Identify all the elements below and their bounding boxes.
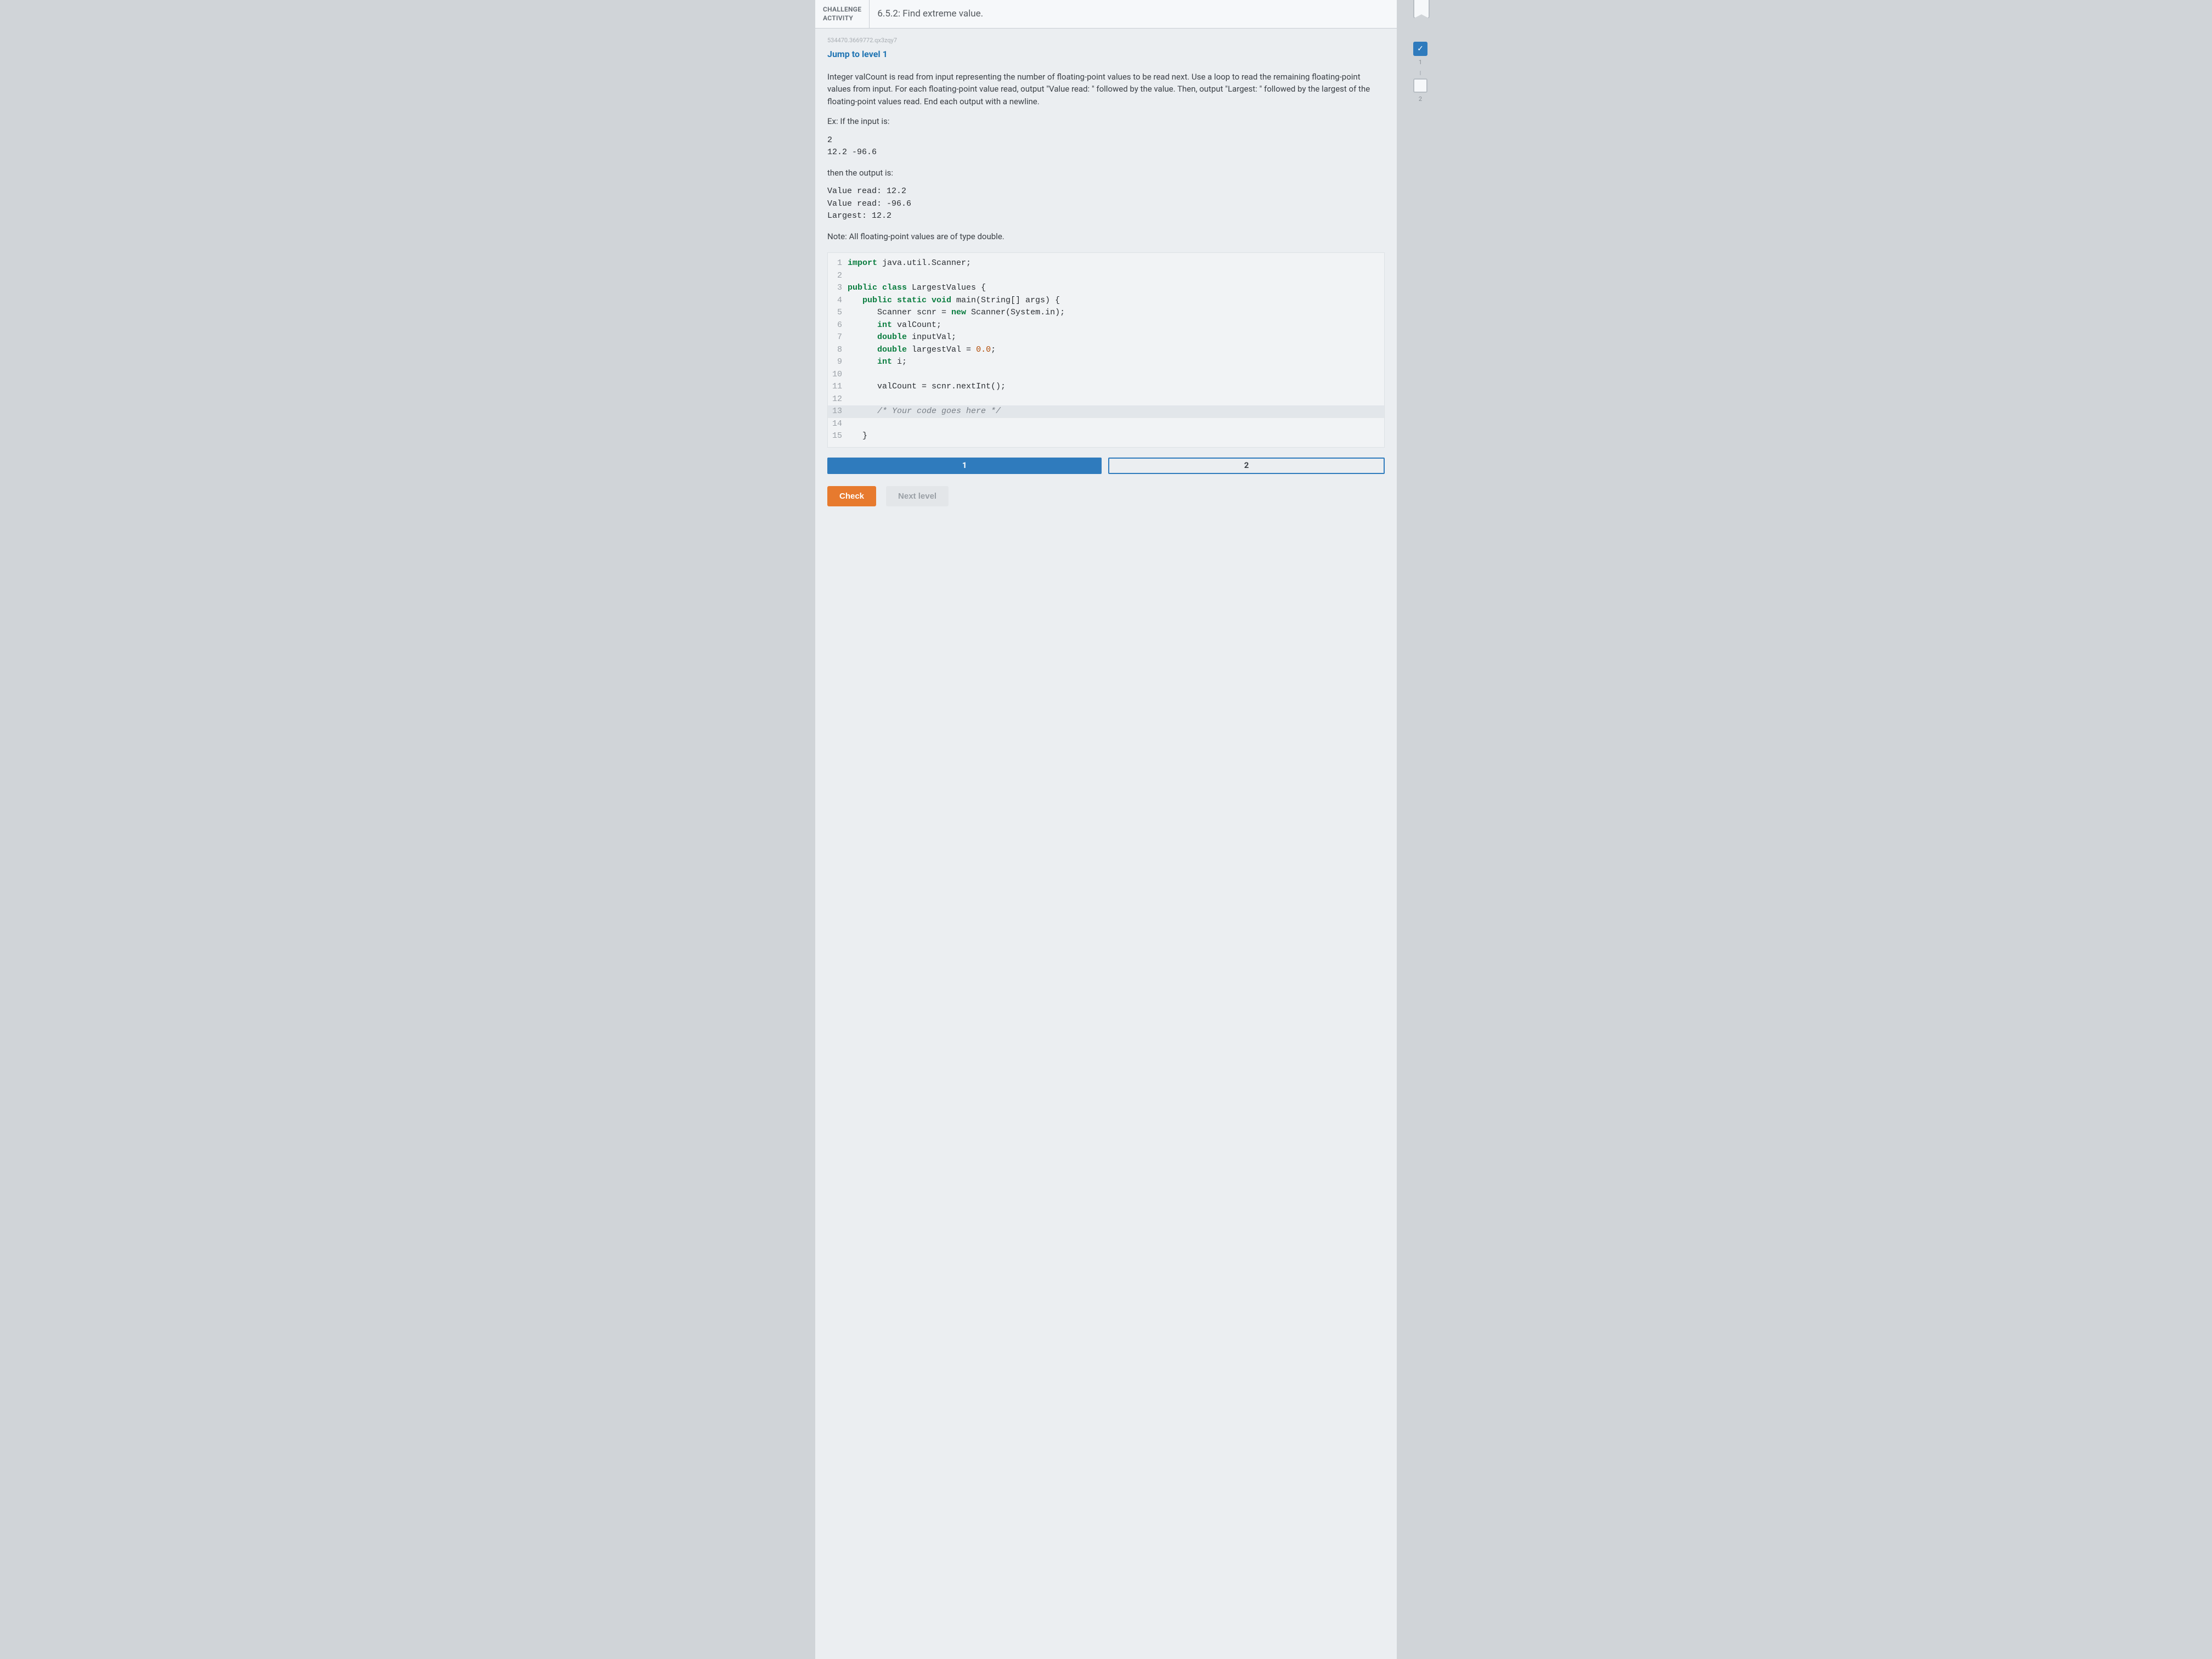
next-level-button: Next level: [886, 486, 949, 506]
line-number: 12: [828, 393, 848, 406]
level-tab-2[interactable]: 2: [1108, 458, 1385, 474]
challenge-header: CHALLENGE ACTIVITY 6.5.2: Find extreme v…: [815, 0, 1397, 29]
check-icon: ✓: [1417, 43, 1424, 55]
line-number: 11: [828, 381, 848, 393]
line-number: 9: [828, 356, 848, 369]
level-marker-1[interactable]: ✓: [1413, 42, 1427, 56]
line-number: 5: [828, 307, 848, 319]
level-marker-2-num: 2: [1419, 95, 1422, 104]
challenge-title: 6.5.2: Find extreme value.: [870, 0, 991, 28]
line-number: 15: [828, 430, 848, 443]
line-number: 7: [828, 331, 848, 344]
line-number: 3: [828, 282, 848, 295]
challenge-label: CHALLENGE ACTIVITY: [815, 0, 870, 28]
level-sidebar: ✓ 1 2: [1413, 14, 1427, 104]
level-marker-1-num: 1: [1419, 58, 1422, 67]
check-button[interactable]: Check: [827, 486, 876, 506]
example-output: Value read: 12.2 Value read: -96.6 Large…: [827, 185, 1385, 223]
line-number: 14: [828, 418, 848, 431]
level-marker-2[interactable]: [1413, 78, 1427, 93]
level-connector: [1420, 71, 1421, 75]
line-number: 6: [828, 319, 848, 332]
instructions-text: Integer valCount is read from input repr…: [827, 71, 1385, 108]
level-tab-1[interactable]: 1: [827, 458, 1102, 474]
line-number: 10: [828, 369, 848, 381]
jump-to-level-link[interactable]: Jump to level 1: [827, 48, 1385, 61]
line-number: 13: [828, 405, 848, 418]
level-progress-bar: 1 2: [827, 458, 1385, 474]
example-input-label: Ex: If the input is:: [827, 115, 1385, 128]
code-editor[interactable]: 1import java.util.Scanner; 2 3public cla…: [827, 252, 1385, 448]
example-output-label: then the output is:: [827, 167, 1385, 179]
reference-id: 534470.3669772.qx3zqy7: [827, 36, 1385, 46]
note-text: Note: All floating-point values are of t…: [827, 230, 1385, 243]
line-number: 1: [828, 257, 848, 270]
example-input: 2 12.2 -96.6: [827, 134, 1385, 159]
line-number: 2: [828, 270, 848, 283]
line-number: 4: [828, 295, 848, 307]
line-number: 8: [828, 344, 848, 357]
